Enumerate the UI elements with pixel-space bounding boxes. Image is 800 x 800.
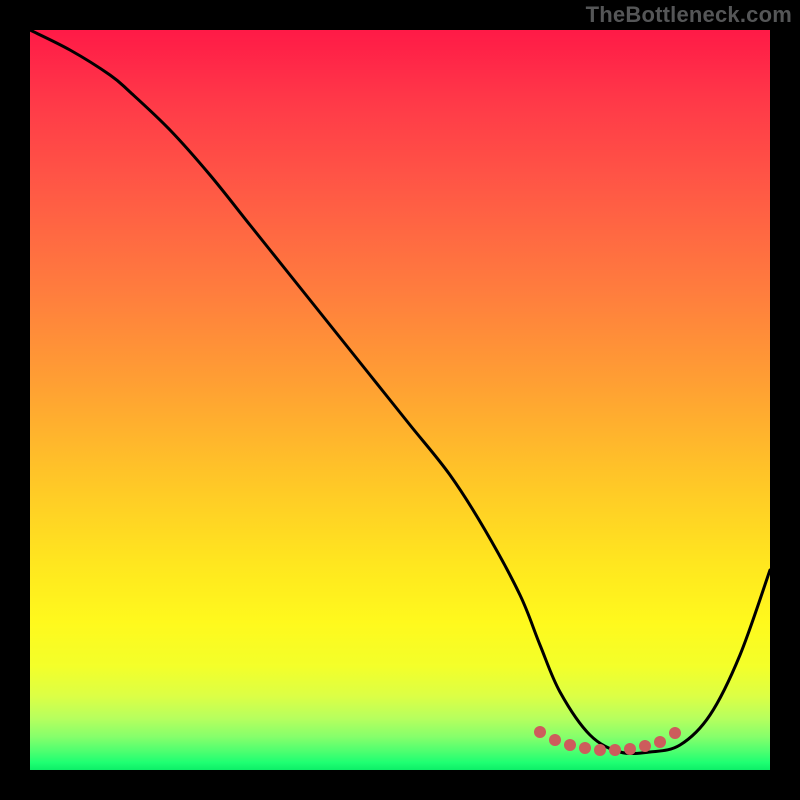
bottleneck-curve [30, 30, 770, 754]
marker-dot [594, 744, 606, 756]
marker-dot [609, 744, 621, 756]
chart-frame: TheBottleneck.com [0, 0, 800, 800]
marker-dot [639, 740, 651, 752]
plot-area [30, 30, 770, 770]
curve-chart [30, 30, 770, 770]
marker-dot [564, 739, 576, 751]
marker-dot [549, 734, 561, 746]
watermark-text: TheBottleneck.com [586, 2, 792, 28]
marker-dot [669, 727, 681, 739]
marker-dot [534, 726, 546, 738]
marker-dot [624, 743, 636, 755]
marker-dot [654, 736, 666, 748]
marker-dot [579, 742, 591, 754]
